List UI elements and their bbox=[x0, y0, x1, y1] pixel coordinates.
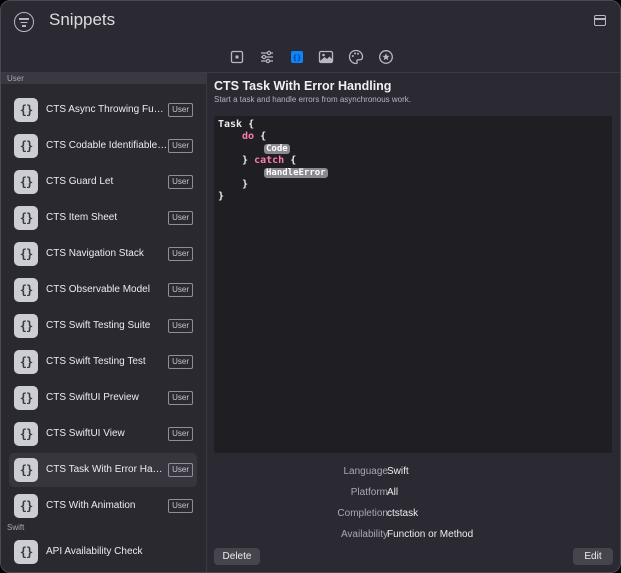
property-row: Language Swift bbox=[214, 466, 612, 480]
list-item[interactable]: {} API Availability Check bbox=[9, 535, 197, 569]
snippet-braces-icon: {} bbox=[14, 98, 38, 122]
property-key: Language bbox=[343, 466, 389, 477]
user-badge: User bbox=[168, 247, 193, 261]
snippet-braces-icon: {} bbox=[14, 494, 38, 518]
user-badge: User bbox=[168, 139, 193, 153]
property-key: Availability bbox=[340, 529, 388, 540]
user-badge: User bbox=[168, 103, 193, 117]
section-header-swift: Swift bbox=[7, 523, 25, 532]
palette-icon[interactable] bbox=[347, 48, 365, 66]
list-item[interactable]: {} CTS Swift Testing Suite User bbox=[9, 309, 197, 343]
list-item[interactable]: {} CTS Async Throwing Function User bbox=[9, 93, 197, 127]
property-key: Completion bbox=[337, 508, 388, 519]
list-item-label: CTS SwiftUI Preview bbox=[46, 392, 139, 403]
code-brace: } bbox=[242, 155, 249, 166]
snippet-braces-icon: {} bbox=[14, 134, 38, 158]
keyword-catch: catch bbox=[254, 155, 285, 166]
snippets-window: Snippets {} User {} CTS Async Throwing F… bbox=[0, 0, 621, 573]
user-badge: User bbox=[168, 283, 193, 297]
property-value: Swift bbox=[387, 466, 409, 477]
property-value: Function or Method bbox=[387, 529, 474, 540]
property-key: Platform bbox=[350, 487, 388, 498]
list-item[interactable]: {} CTS Guard Let User bbox=[9, 165, 197, 199]
list-item[interactable]: {} CTS Item Sheet User bbox=[9, 201, 197, 235]
snippet-braces-icon: {} bbox=[14, 242, 38, 266]
section-header-user: User bbox=[1, 73, 206, 84]
user-badge: User bbox=[168, 211, 193, 225]
user-badge: User bbox=[168, 355, 193, 369]
list-item-label: CTS Async Throwing Function bbox=[46, 104, 168, 115]
placeholder-token[interactable]: Code bbox=[264, 144, 290, 154]
code-line: Code bbox=[264, 143, 290, 154]
user-badge: User bbox=[168, 319, 193, 333]
sidebar-toggle-icon[interactable] bbox=[594, 15, 606, 26]
svg-text:{}: {} bbox=[293, 54, 301, 62]
snippet-braces-icon: {} bbox=[14, 422, 38, 446]
window-title: Snippets bbox=[49, 10, 116, 29]
list-item-label: CTS Item Sheet bbox=[46, 212, 118, 223]
snippet-braces-icon: {} bbox=[14, 458, 38, 482]
list-item[interactable]: {} CTS Codable Identifiable Struct User bbox=[9, 129, 197, 163]
snippet-title: CTS Task With Error Handling bbox=[214, 79, 392, 93]
keyword-do: do bbox=[242, 131, 255, 142]
file-icon[interactable] bbox=[228, 48, 246, 66]
list-item-label: CTS Codable Identifiable Struct bbox=[46, 140, 168, 151]
code-line: Task { bbox=[218, 119, 255, 130]
list-item-label: CTS Swift Testing Test bbox=[46, 356, 146, 367]
list-item[interactable]: {} CTS Swift Testing Test User bbox=[9, 345, 197, 379]
property-value: All bbox=[387, 487, 399, 498]
list-item-label: CTS Navigation Stack bbox=[46, 248, 144, 259]
code-snippet-icon[interactable]: {} bbox=[288, 48, 306, 66]
property-value: ctstask bbox=[387, 508, 419, 519]
user-badge: User bbox=[168, 499, 193, 513]
list-item[interactable]: {} CTS SwiftUI View User bbox=[9, 417, 197, 451]
star-icon[interactable] bbox=[377, 48, 395, 66]
code-line: do { bbox=[242, 131, 266, 142]
snippet-braces-icon: {} bbox=[14, 314, 38, 338]
library-toolbar: {} bbox=[1, 48, 620, 68]
snippet-braces-icon: {} bbox=[14, 350, 38, 374]
filter-menu-icon[interactable] bbox=[14, 12, 34, 32]
property-row: Availability Function or Method bbox=[214, 529, 612, 543]
code-brace: { bbox=[290, 155, 297, 166]
code-line: } catch { bbox=[242, 155, 296, 166]
list-item[interactable]: {} CTS With Animation User bbox=[9, 489, 197, 523]
list-item-label: API Availability Check bbox=[46, 546, 143, 557]
placeholder-token[interactable]: HandleError bbox=[264, 168, 328, 178]
title-bar: Snippets bbox=[1, 1, 620, 43]
snippet-braces-icon: {} bbox=[14, 206, 38, 230]
user-badge: User bbox=[168, 463, 193, 477]
sliders-icon[interactable] bbox=[258, 48, 276, 66]
image-icon[interactable] bbox=[317, 48, 335, 66]
list-item-label: CTS Task With Error Handling bbox=[46, 464, 168, 475]
list-item-label: CTS Swift Testing Suite bbox=[46, 320, 151, 331]
property-row: Platform All bbox=[214, 487, 612, 501]
list-item-label: CTS SwiftUI View bbox=[46, 428, 125, 439]
snippet-list[interactable]: User {} CTS Async Throwing Function User… bbox=[1, 73, 207, 572]
snippet-braces-icon: {} bbox=[14, 170, 38, 194]
user-badge: User bbox=[168, 391, 193, 405]
user-badge: User bbox=[168, 427, 193, 441]
list-item[interactable]: {} CTS Navigation Stack User bbox=[9, 237, 197, 271]
code-line: HandleError bbox=[264, 167, 328, 178]
edit-button[interactable]: Edit bbox=[573, 548, 613, 565]
snippet-braces-icon: {} bbox=[14, 386, 38, 410]
snippet-summary: Start a task and handle errors from asyn… bbox=[214, 95, 411, 104]
list-item-label: CTS With Animation bbox=[46, 500, 136, 511]
list-item-selected[interactable]: {} CTS Task With Error Handling User bbox=[9, 453, 197, 487]
list-item[interactable]: {} CTS Observable Model User bbox=[9, 273, 197, 307]
list-item-label: CTS Guard Let bbox=[46, 176, 114, 187]
snippet-braces-icon: {} bbox=[14, 540, 38, 564]
code-preview[interactable]: Task { do { Code } catch { HandleError }… bbox=[214, 116, 612, 453]
list-item-label: CTS Observable Model bbox=[46, 284, 150, 295]
user-badge: User bbox=[168, 175, 193, 189]
code-brace: { bbox=[260, 131, 267, 142]
list-item[interactable]: {} CTS SwiftUI Preview User bbox=[9, 381, 197, 415]
delete-button[interactable]: Delete bbox=[214, 548, 260, 565]
code-line: } bbox=[218, 191, 225, 202]
snippet-braces-icon: {} bbox=[14, 278, 38, 302]
property-row: Completion ctstask bbox=[214, 508, 612, 522]
code-line: } bbox=[242, 179, 249, 190]
